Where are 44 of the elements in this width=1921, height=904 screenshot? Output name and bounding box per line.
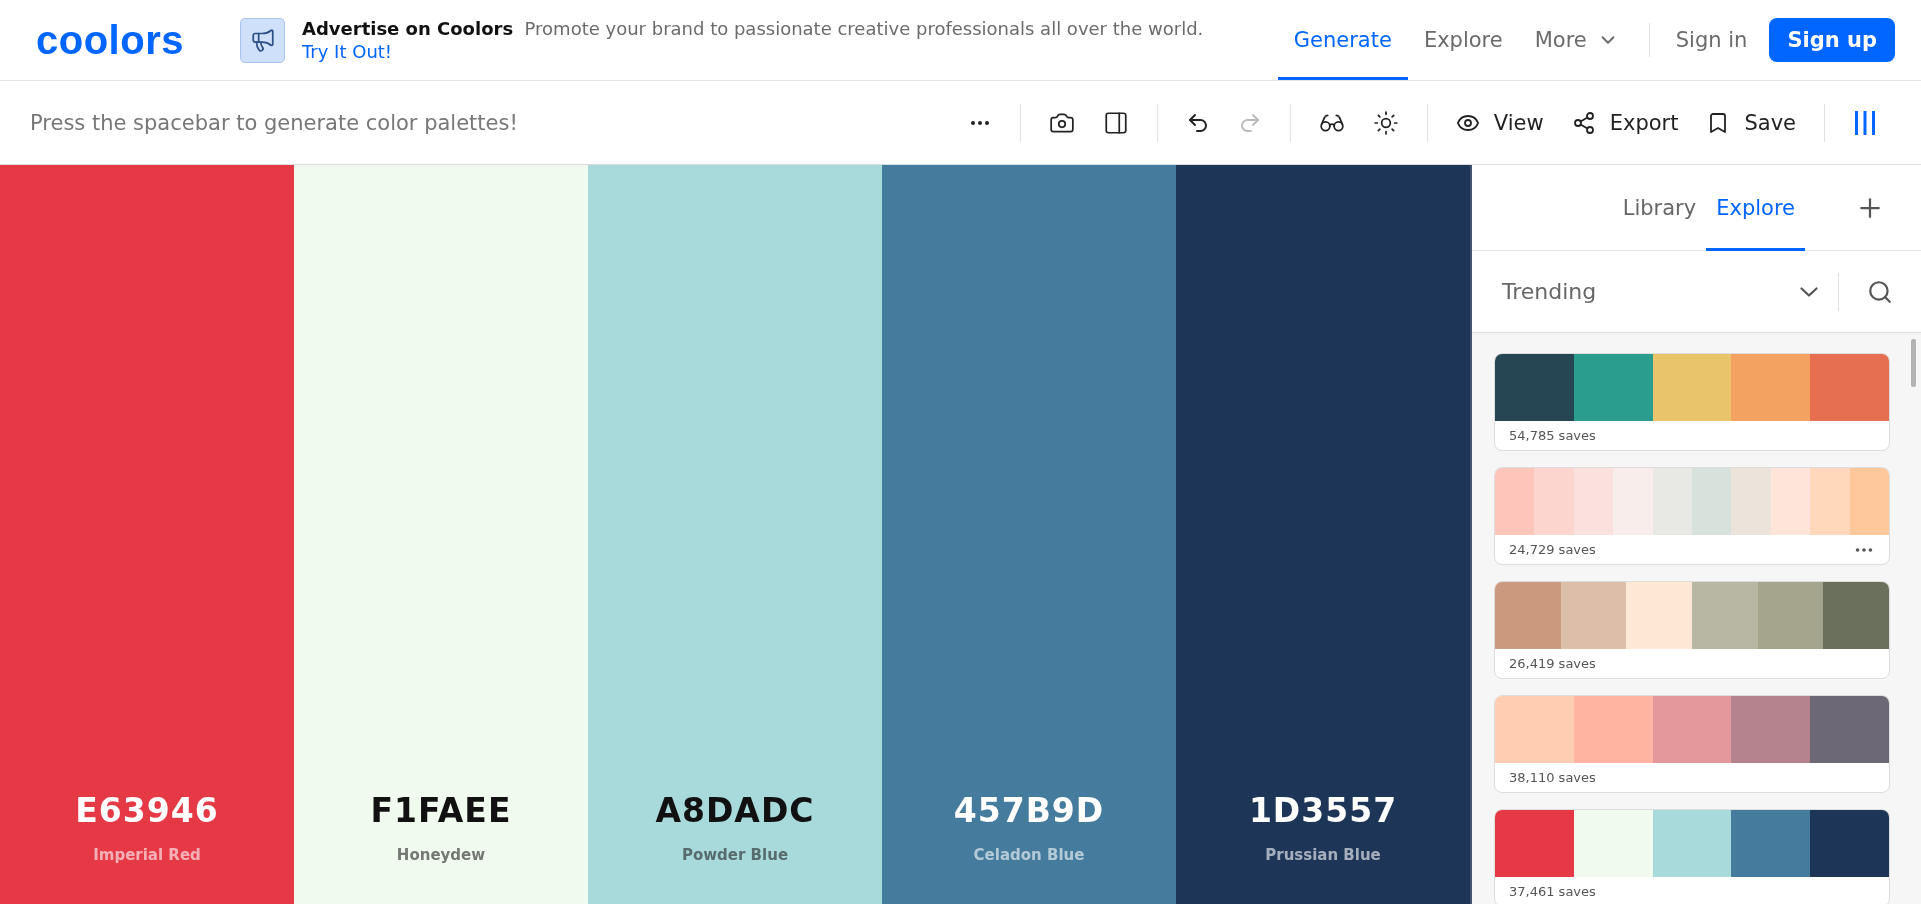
ad-text: Advertise on Coolors Promote your brand to passionate creative professionals all over the world. Try It Out! <box>302 17 1205 63</box>
hex-code: 1D3557 <box>1248 791 1398 830</box>
palette-card[interactable]: 54,785 saves <box>1494 353 1890 451</box>
save-button[interactable]: Save <box>1700 104 1802 141</box>
hex-code: F1FAEE <box>370 791 512 830</box>
sign-up-button[interactable]: Sign up <box>1769 18 1895 62</box>
scrollbar[interactable] <box>1911 339 1916 387</box>
export-button[interactable]: Export <box>1565 104 1685 141</box>
saves-count: 26,419 saves <box>1509 656 1596 671</box>
hex-code: E63946 <box>75 791 219 830</box>
color-column[interactable]: 457B9D Celadon Blue <box>882 165 1176 904</box>
sort-dropdown[interactable]: Trending <box>1502 279 1824 304</box>
sign-in-link[interactable]: Sign in <box>1663 28 1760 52</box>
hex-code: A8DADC <box>655 791 815 830</box>
color-name: Powder Blue <box>681 846 789 864</box>
hex-code: 457B9D <box>953 791 1105 830</box>
saves-count: 54,785 saves <box>1509 428 1596 443</box>
share-icon <box>1571 110 1596 135</box>
color-name: Prussian Blue <box>1265 846 1381 864</box>
palette-card[interactable]: 26,419 saves <box>1494 581 1890 679</box>
nav-link[interactable]: Generate <box>1277 0 1408 80</box>
chevron-down-icon <box>1800 286 1818 297</box>
panel-tab[interactable]: Explore <box>1706 165 1805 251</box>
palette-card[interactable]: 24,729 saves <box>1494 467 1890 565</box>
saves-count: 37,461 saves <box>1509 884 1596 899</box>
color-column[interactable]: F1FAEE Honeydew <box>294 165 588 904</box>
nav-link[interactable]: More <box>1518 0 1635 80</box>
panel-tab[interactable]: Library <box>1612 165 1707 251</box>
view-button[interactable]: View <box>1449 104 1550 141</box>
color-column[interactable]: A8DADC Powder Blue <box>588 165 882 904</box>
nav-link[interactable]: Explore <box>1407 0 1519 80</box>
try-it-out-link[interactable]: Try It Out! <box>302 41 393 62</box>
color-name: Celadon Blue <box>973 846 1085 864</box>
saves-count: 24,729 saves <box>1509 542 1596 557</box>
color-column[interactable]: 1D3557 Prussian Blue <box>1176 165 1470 904</box>
saves-count: 38,110 saves <box>1509 770 1596 785</box>
logo[interactable]: coolors <box>36 0 240 80</box>
color-name: Imperial Red <box>93 846 201 864</box>
color-name: Honeydew <box>396 846 486 864</box>
hint-text: Press the spacebar to generate color palettes! <box>30 110 519 135</box>
megaphone-icon <box>240 17 285 63</box>
color-column[interactable]: E63946 Imperial Red <box>0 165 294 904</box>
palette-card[interactable]: 38,110 saves <box>1494 695 1890 793</box>
palette-card[interactable]: 37,461 saves <box>1494 809 1890 904</box>
